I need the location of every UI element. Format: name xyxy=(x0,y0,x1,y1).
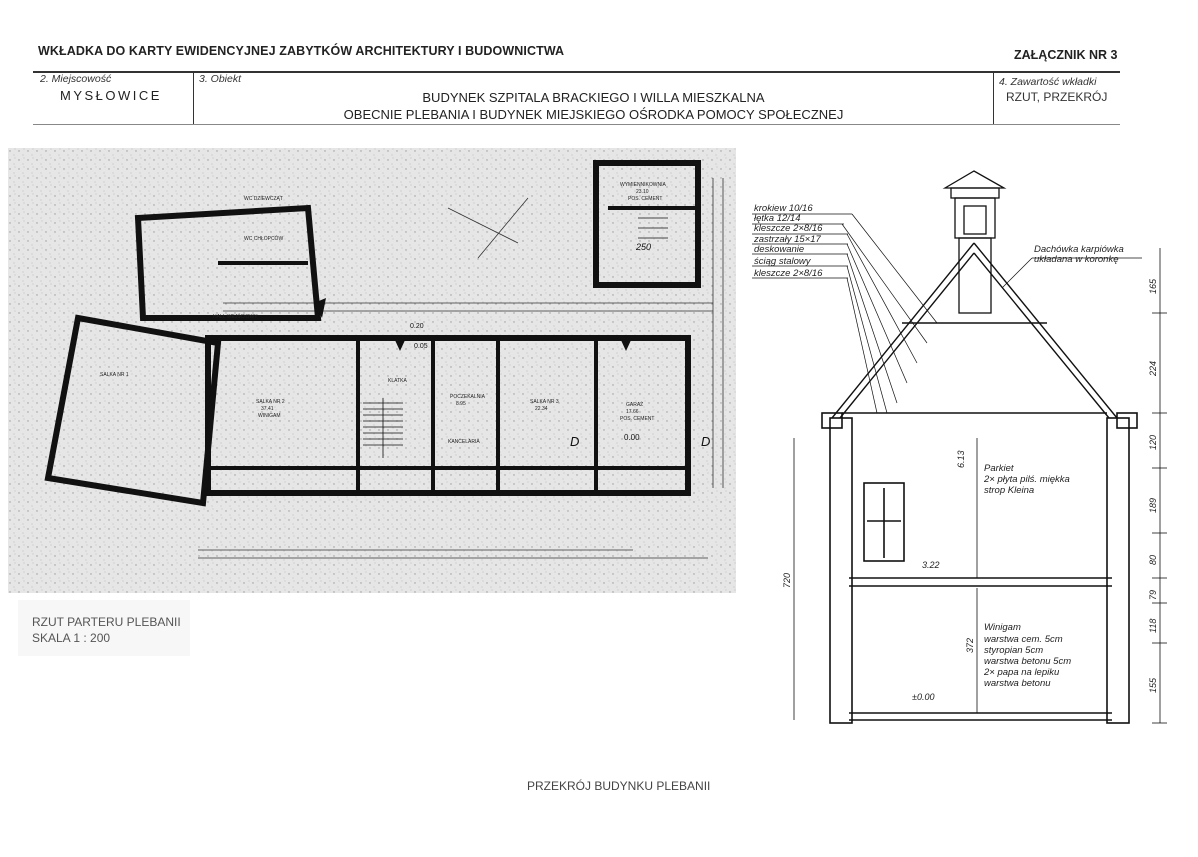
upper-floor-layer-3: strop Kleina xyxy=(984,485,1034,496)
header-rule-top xyxy=(33,71,1120,73)
dimension-250: 250 xyxy=(635,242,651,252)
dim-right-3: 120 xyxy=(1148,435,1158,450)
label-hall: HALL WEJŚCIOWY xyxy=(213,312,258,320)
label-wymiennikownia-area: 23.10 xyxy=(636,189,649,195)
floor-plan-drawing: SALKA NR 2 37.41 WINIGAM SALKA NR 1 KLAT… xyxy=(8,148,736,593)
section-caption: PRZEKRÓJ BUDYNKU PLEBANII xyxy=(527,779,711,793)
roof-layer-5: deskowanie xyxy=(754,244,804,255)
dim-right-4: 189 xyxy=(1148,498,1158,513)
lower-floor-layer-5: 2× papa na lepiku xyxy=(983,667,1060,678)
level-mark: 0.00 xyxy=(624,433,640,442)
height-372: 372 xyxy=(965,638,975,653)
lower-floor-layer-4: warstwa betonu 5cm xyxy=(984,656,1071,667)
roof-layer-3: kleszcze 2×8/16 xyxy=(754,223,823,234)
locality-label: 2. Miejscowość xyxy=(40,73,112,85)
label-garaz-area: 17.66 xyxy=(626,409,639,415)
elevation-322: 3.22 xyxy=(922,560,940,570)
height-720: 720 xyxy=(782,573,792,588)
label-garaz-floor: POS. CEMENT xyxy=(620,416,654,422)
label-salka-1: SALKA NR 1 xyxy=(100,372,129,378)
dim-right-6: 79 xyxy=(1148,590,1158,600)
label-poczekalnia-area: 8.95 xyxy=(456,401,466,407)
label-wc-boys: WC CHŁOPCÓW xyxy=(244,235,283,242)
dim-right-2: 224 xyxy=(1148,361,1158,377)
elevation-005: 0.05 xyxy=(414,343,428,350)
lower-floor-layer-1: Winigam xyxy=(984,622,1021,633)
building-section: krokiew 10/16 łętka 12/14 kleszcze 2×8/1… xyxy=(752,148,1176,746)
marker-d-1: D xyxy=(570,434,579,449)
upper-floor-layer-1: Parkiet xyxy=(984,463,1014,474)
elevation-000: ±0.00 xyxy=(912,692,934,702)
dim-right-7: 118 xyxy=(1148,619,1158,633)
plan-caption-scale: SKALA 1 : 200 xyxy=(32,631,111,645)
marker-d-2: D xyxy=(701,434,710,449)
annex-number: ZAŁĄCZNIK NR 3 xyxy=(1014,48,1118,62)
label-poczekalnia: POCZEKALNIA xyxy=(450,394,486,400)
roof-layer-6: ściąg stalowy xyxy=(754,256,812,267)
label-salka-2: SALKA NR 2 xyxy=(256,399,285,405)
elevation-613: 6.13 xyxy=(956,450,966,468)
header-divider-2 xyxy=(993,71,994,124)
object-name-line1: BUDYNEK SZPITALA BRACKIEGO I WILLA MIESZ… xyxy=(422,90,765,105)
roof-tiles-label-2: układana w koronkę xyxy=(1034,254,1119,265)
dim-right-8: 155 xyxy=(1148,677,1158,693)
dim-right-1: 165 xyxy=(1148,278,1158,294)
header-rule-bottom xyxy=(33,124,1120,125)
label-wymiennikownia: WYMIENNIKOWNIA xyxy=(620,182,666,188)
locality-value: MYSŁOWICE xyxy=(60,88,162,103)
label-garaz: GARAŻ xyxy=(626,401,643,408)
label-salka-3: SALKA NR 3 xyxy=(530,399,559,405)
object-name-line2: OBECNIE PLEBANIA I BUDYNEK MIEJSKIEGO OŚ… xyxy=(343,107,844,122)
content-value: RZUT, PRZEKRÓJ xyxy=(1006,90,1108,104)
upper-floor-layer-2: 2× płyta pilś. miękka xyxy=(983,474,1070,485)
label-wymiennikownia-floor: POS. CEMENT xyxy=(628,196,662,202)
label-salka-3-area: 22.34 xyxy=(535,406,548,412)
plan-caption: RZUT PARTERU PLEBANII SKALA 1 : 200 xyxy=(18,600,190,656)
lower-floor-layer-6: warstwa betonu xyxy=(984,678,1051,689)
content-label: 4. Zawartość wkładki xyxy=(999,76,1097,88)
label-salka-2-floor: WINIGAM xyxy=(258,413,281,419)
label-wc-girls: WC DZIEWCZĄT xyxy=(244,196,283,202)
dim-right-5: 80 xyxy=(1148,555,1158,565)
header-divider-1 xyxy=(193,71,194,124)
label-salka-2-area: 37.41 xyxy=(261,406,274,412)
elevation-020: 0.20 xyxy=(410,323,424,330)
card-title: WKŁADKA DO KARTY EWIDENCYJNEJ ZABYTKÓW A… xyxy=(38,44,565,58)
section-drawing: krokiew 10/16 łętka 12/14 kleszcze 2×8/1… xyxy=(752,170,1167,724)
label-kancelaria: KANCELARIA xyxy=(448,439,480,445)
object-label: 3. Obiekt xyxy=(199,73,242,85)
lower-floor-layer-2: warstwa cem. 5cm xyxy=(984,634,1063,645)
plan-caption-title: RZUT PARTERU PLEBANII xyxy=(32,615,181,629)
lower-floor-layer-3: styropian 5cm xyxy=(984,645,1043,656)
roof-layer-7: kleszcze 2×8/16 xyxy=(754,268,823,279)
label-klatka: KLATKA xyxy=(388,378,407,384)
ground-floor-plan: SALKA NR 2 37.41 WINIGAM SALKA NR 1 KLAT… xyxy=(8,148,736,593)
